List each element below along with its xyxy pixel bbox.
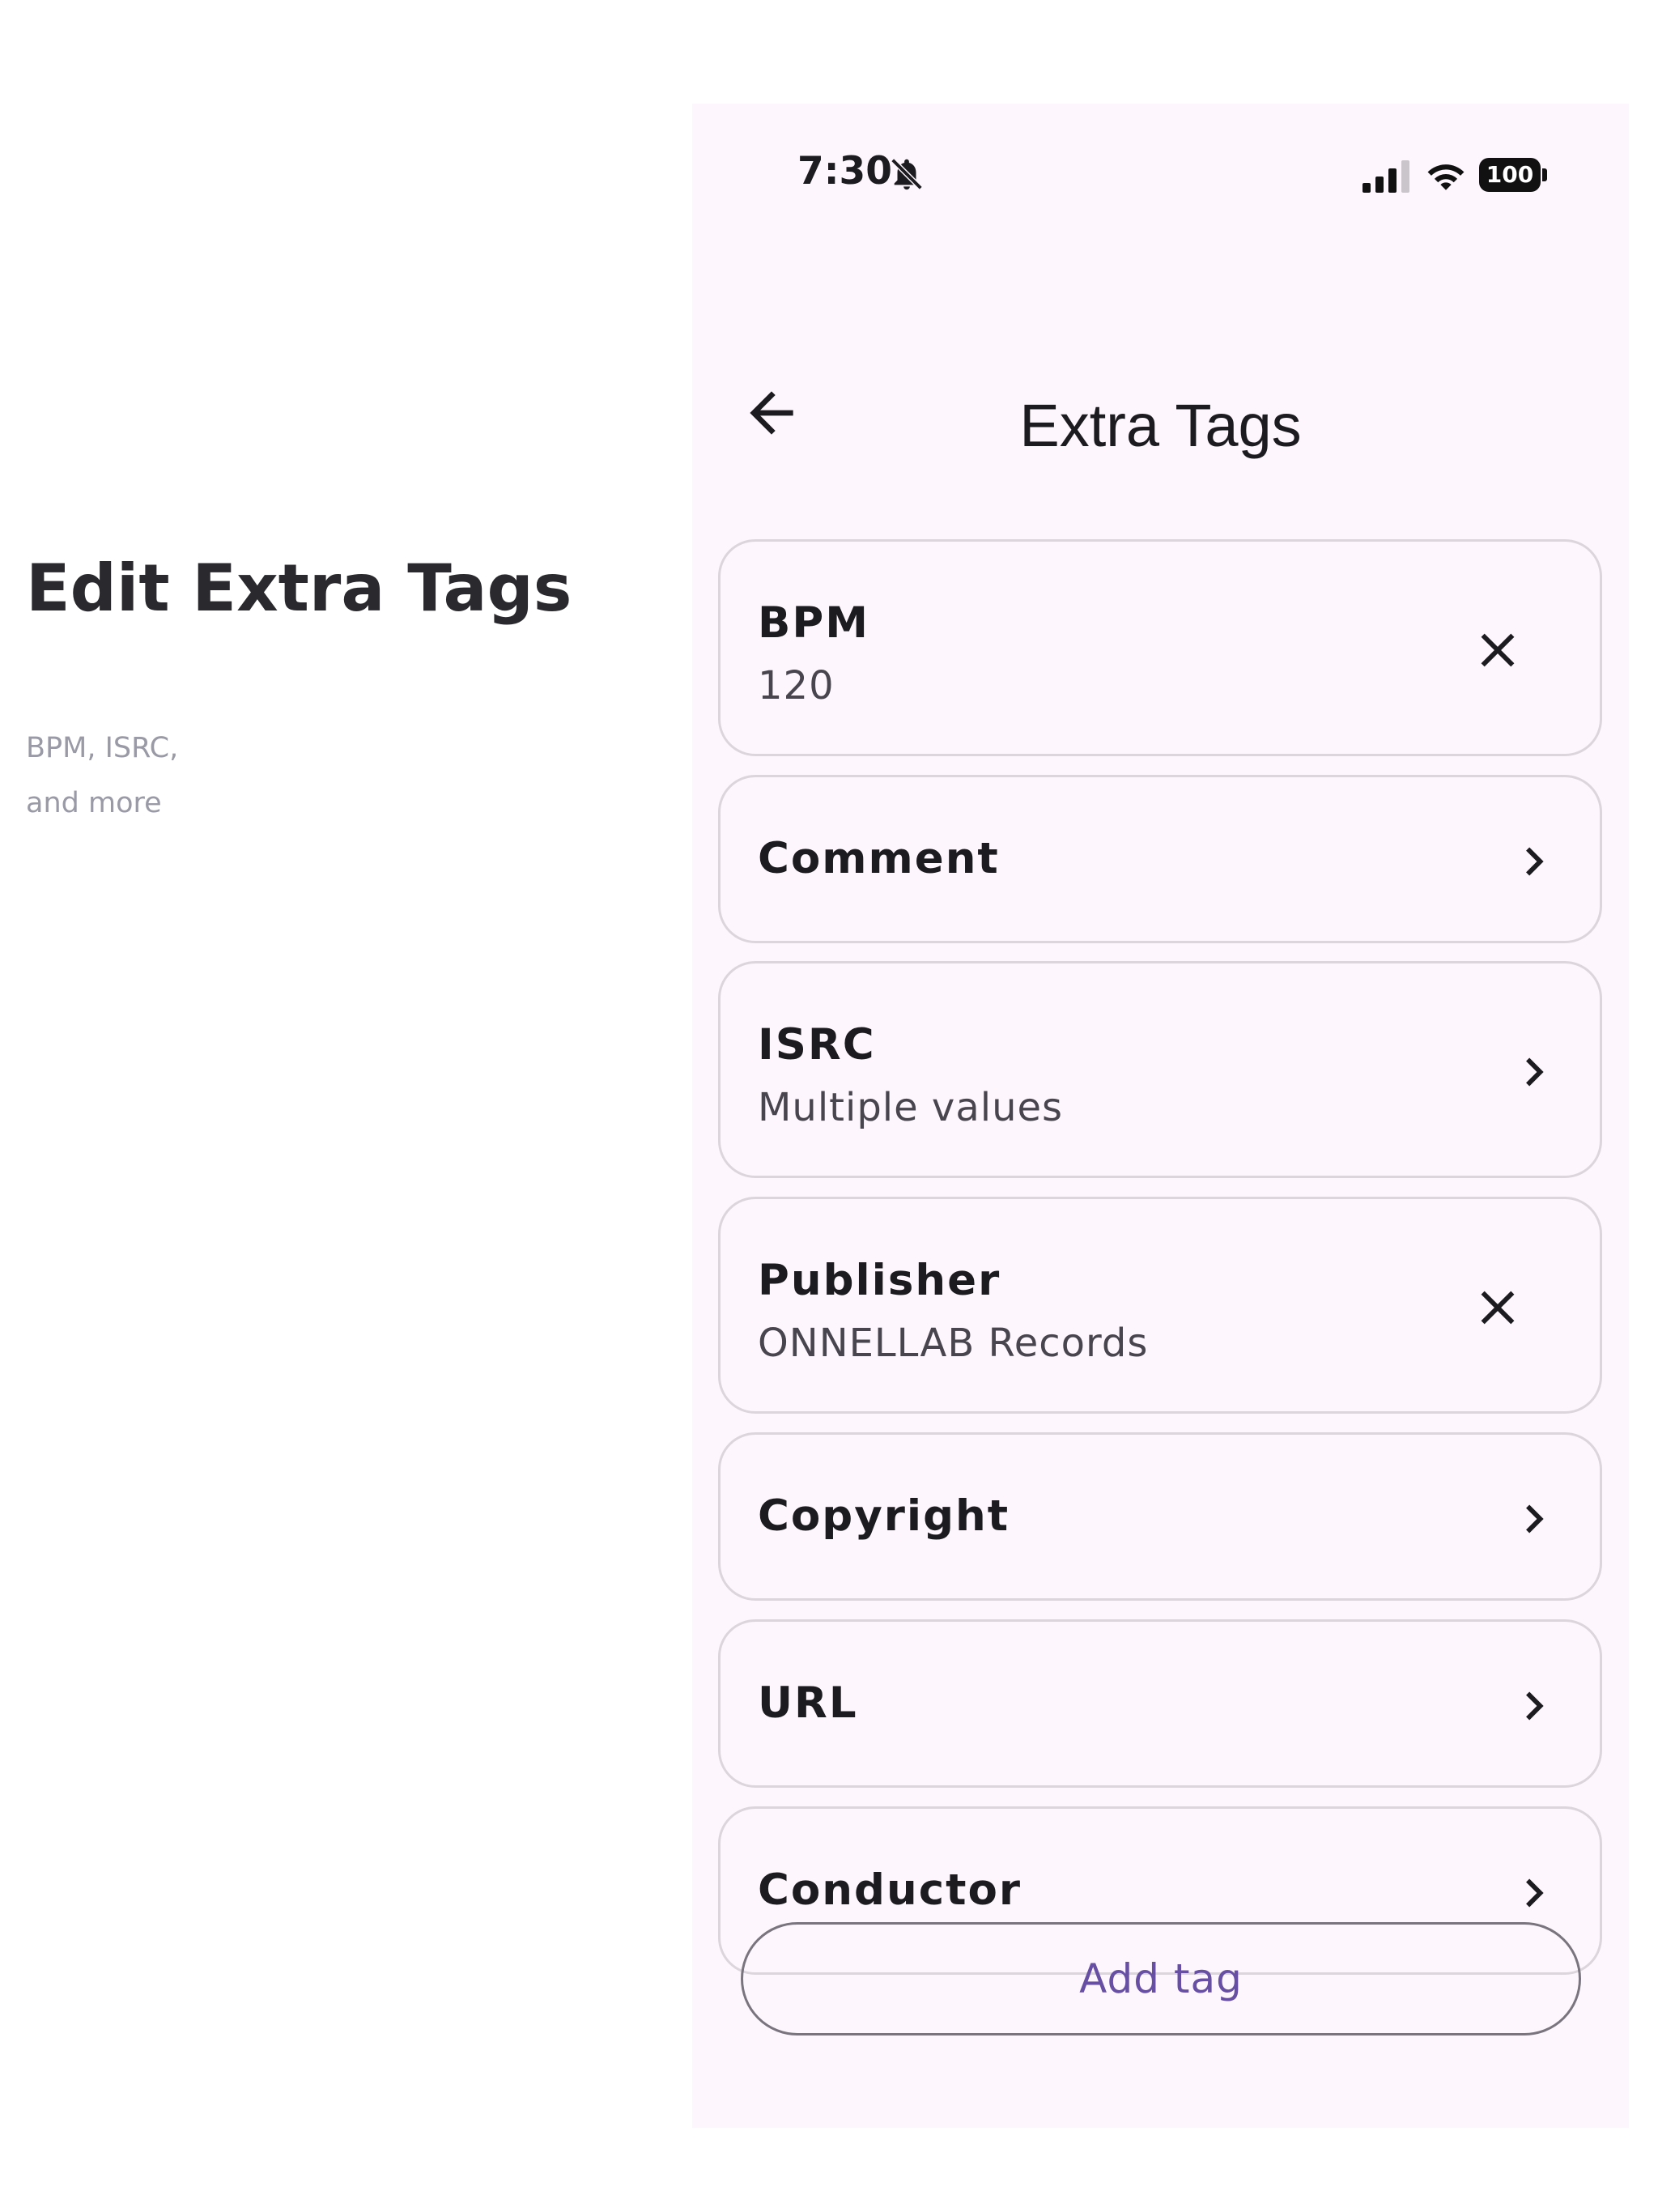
tag-card-isrc[interactable]: ISRC Multiple values <box>718 961 1602 1178</box>
top-app-bar: Extra Tags <box>692 347 1629 517</box>
chevron-right-icon <box>1526 847 1544 876</box>
close-icon[interactable] <box>1469 1279 1526 1336</box>
tag-name: Comment <box>758 834 1000 883</box>
signal-icon <box>1363 160 1409 193</box>
bell-off-icon <box>891 158 923 190</box>
battery-tip <box>1542 168 1547 181</box>
chevron-right-icon <box>1526 1504 1544 1534</box>
tag-value: Multiple values <box>758 1085 1064 1130</box>
battery-level: 100 <box>1479 158 1541 192</box>
tag-name: Publisher <box>758 1256 1001 1305</box>
tag-card-url[interactable]: URL <box>718 1619 1602 1788</box>
tag-name: URL <box>758 1678 858 1728</box>
tag-card-bpm[interactable]: BPM 120 <box>718 539 1602 756</box>
promo-title: Edit Extra Tags <box>26 551 572 626</box>
tag-name: Conductor <box>758 1865 1022 1915</box>
status-bar: 7:30 100 <box>692 104 1629 249</box>
battery-icon: 100 <box>1479 158 1547 192</box>
tag-name: BPM <box>758 598 869 648</box>
chevron-right-icon <box>1526 1878 1544 1908</box>
chevron-right-icon <box>1526 1691 1544 1721</box>
phone-screen: 7:30 100 Extra Tags BPM 120 Comment ISRC… <box>692 104 1629 2128</box>
chevron-right-icon <box>1526 1057 1544 1087</box>
tag-name: Copyright <box>758 1491 1010 1541</box>
add-tag-button[interactable]: Add tag <box>741 1922 1581 2035</box>
tag-value: ONNELLAB Records <box>758 1321 1149 1366</box>
promo-subtitle: BPM, ISRC, and more <box>26 732 179 819</box>
tag-card-copyright[interactable]: Copyright <box>718 1432 1602 1601</box>
tag-name: ISRC <box>758 1020 876 1070</box>
wifi-icon <box>1427 164 1465 190</box>
tag-card-comment[interactable]: Comment <box>718 775 1602 943</box>
tag-card-publisher[interactable]: Publisher ONNELLAB Records <box>718 1197 1602 1414</box>
tag-value: 120 <box>758 663 835 708</box>
close-icon[interactable] <box>1469 622 1526 678</box>
status-time: 7:30 <box>797 149 892 194</box>
screen-title: Extra Tags <box>1019 392 1302 459</box>
